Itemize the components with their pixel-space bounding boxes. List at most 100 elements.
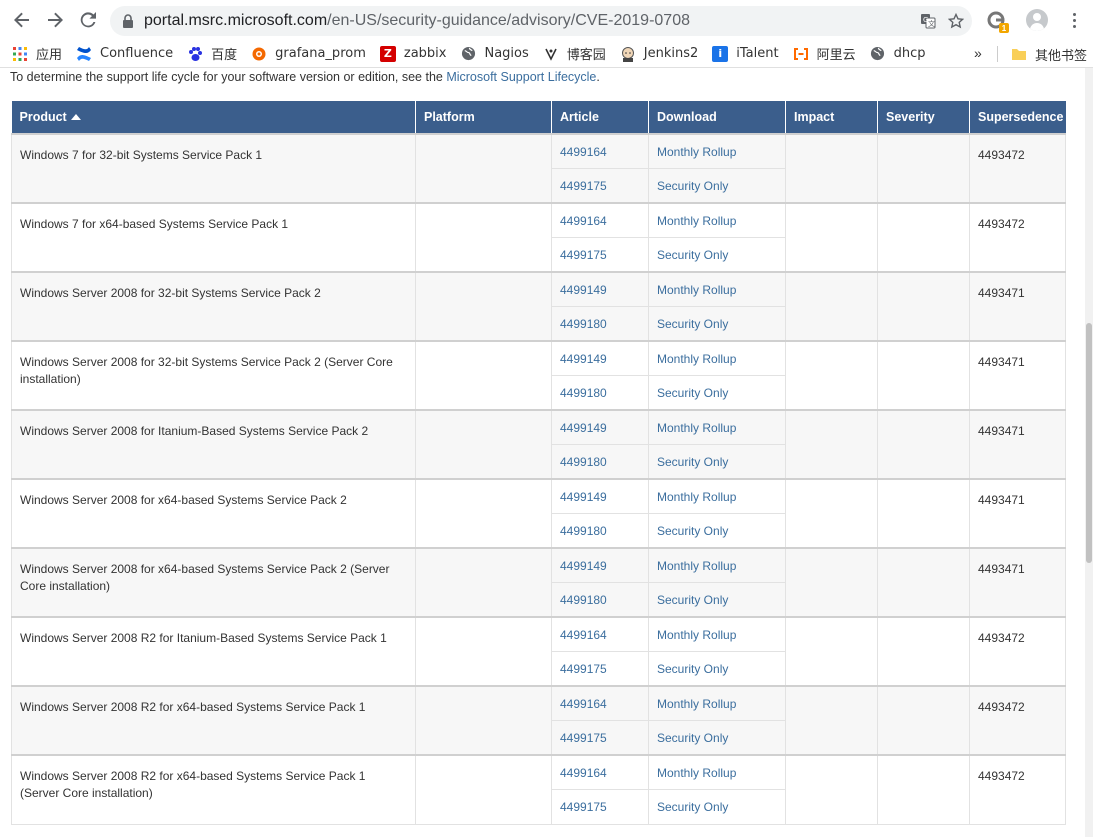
- bookmark-dhcp[interactable]: dhcp: [863, 42, 933, 66]
- download-link[interactable]: Monthly Rollup: [648, 133, 786, 169]
- article-link[interactable]: 4499164: [551, 133, 649, 169]
- download-link[interactable]: Monthly Rollup: [648, 685, 786, 721]
- apps-grid-icon: [12, 46, 28, 62]
- svg-text:文: 文: [928, 19, 935, 28]
- download-link[interactable]: Monthly Rollup: [648, 754, 786, 790]
- zabbix-icon: Z: [379, 45, 396, 62]
- download-link[interactable]: Monthly Rollup: [648, 478, 786, 514]
- download-link[interactable]: Security Only: [648, 444, 786, 480]
- article-link[interactable]: 4499180: [551, 582, 649, 618]
- article-link[interactable]: 4499175: [551, 789, 649, 825]
- platform-cell: [415, 478, 552, 549]
- severity-cell: [877, 616, 970, 687]
- bookmark-star-icon[interactable]: [946, 11, 966, 31]
- column-header-platform[interactable]: Platform: [415, 101, 552, 134]
- bookmark-cnblogs[interactable]: 博客园: [536, 42, 613, 66]
- back-button[interactable]: [8, 6, 36, 34]
- lock-icon[interactable]: [120, 13, 136, 29]
- forward-button[interactable]: [41, 6, 69, 34]
- column-header-product[interactable]: Product: [11, 101, 416, 134]
- table-row: Windows Server 2008 R2 for Itanium-Based…: [11, 616, 1066, 687]
- severity-cell: [877, 409, 970, 480]
- column-header-article[interactable]: Article: [551, 101, 649, 134]
- download-link[interactable]: Monthly Rollup: [648, 547, 786, 583]
- impact-cell: [785, 478, 878, 549]
- browser-menu-button[interactable]: [1064, 8, 1084, 32]
- lifecycle-intro: To determine the support life cycle for …: [10, 70, 600, 84]
- download-link[interactable]: Monthly Rollup: [648, 340, 786, 376]
- article-link[interactable]: 4499164: [551, 202, 649, 238]
- article-link[interactable]: 4499149: [551, 478, 649, 514]
- bookmark-confluence[interactable]: Confluence: [69, 42, 180, 66]
- download-link[interactable]: Security Only: [648, 720, 786, 756]
- bookmark-zabbix[interactable]: Z zabbix: [373, 42, 454, 66]
- download-link[interactable]: Monthly Rollup: [648, 409, 786, 445]
- supersedence-cell: 4493471: [969, 409, 1066, 480]
- download-link[interactable]: Monthly Rollup: [648, 202, 786, 238]
- download-link[interactable]: Security Only: [648, 237, 786, 273]
- download-link[interactable]: Security Only: [648, 651, 786, 687]
- download-link[interactable]: Security Only: [648, 789, 786, 825]
- article-link[interactable]: 4499180: [551, 513, 649, 549]
- download-link[interactable]: Security Only: [648, 582, 786, 618]
- reload-button[interactable]: [74, 6, 102, 34]
- supersedence-cell: 4493471: [969, 340, 1066, 411]
- address-bar[interactable]: portal.msrc.microsoft.com/en-US/security…: [110, 6, 972, 36]
- bookmark-apps[interactable]: 应用: [0, 42, 69, 66]
- column-header-download[interactable]: Download: [648, 101, 786, 134]
- bookmarks-overflow-button[interactable]: »: [974, 45, 982, 61]
- column-header-supersedence[interactable]: Supersedence: [969, 101, 1066, 134]
- supersedence-cell: 4493471: [969, 547, 1066, 618]
- article-link[interactable]: 4499149: [551, 547, 649, 583]
- scrollbar-thumb[interactable]: [1086, 323, 1092, 563]
- article-link[interactable]: 4499175: [551, 720, 649, 756]
- bookmark-baidu[interactable]: 百度: [180, 42, 244, 66]
- bookmark-italent[interactable]: i iTalent: [705, 42, 785, 66]
- bookmark-grafana[interactable]: grafana_prom: [244, 42, 373, 66]
- article-link[interactable]: 4499175: [551, 651, 649, 687]
- table-row: Windows Server 2008 for 32-bit Systems S…: [11, 340, 1066, 411]
- bookmark-label: zabbix: [403, 46, 447, 61]
- bookmark-aliyun[interactable]: 阿里云: [786, 42, 863, 66]
- article-link[interactable]: 4499164: [551, 754, 649, 790]
- platform-cell: [415, 616, 552, 687]
- article-link[interactable]: 4499180: [551, 444, 649, 480]
- page-scrollbar[interactable]: [1085, 68, 1093, 837]
- intro-text: To determine the support life cycle for …: [10, 70, 447, 84]
- article-link[interactable]: 4499175: [551, 237, 649, 273]
- extension-button[interactable]: 1: [984, 8, 1009, 33]
- translate-icon[interactable]: G文: [918, 11, 938, 31]
- article-link[interactable]: 4499164: [551, 685, 649, 721]
- article-link[interactable]: 4499149: [551, 340, 649, 376]
- download-link[interactable]: Security Only: [648, 168, 786, 204]
- arrow-left-icon: [14, 12, 29, 28]
- article-link[interactable]: 4499164: [551, 616, 649, 652]
- article-link[interactable]: 4499180: [551, 306, 649, 342]
- download-link[interactable]: Monthly Rollup: [648, 271, 786, 307]
- download-link[interactable]: Security Only: [648, 306, 786, 342]
- download-link[interactable]: Security Only: [648, 513, 786, 549]
- table-row: Windows Server 2008 for 32-bit Systems S…: [11, 271, 1066, 342]
- impact-cell: [785, 754, 878, 825]
- download-link[interactable]: Monthly Rollup: [648, 616, 786, 652]
- url-text[interactable]: portal.msrc.microsoft.com/en-US/security…: [144, 12, 690, 30]
- profile-avatar[interactable]: [1026, 9, 1048, 31]
- other-bookmarks-folder[interactable]: 其他书签: [1004, 42, 1093, 66]
- bookmark-jenkins[interactable]: Jenkins2: [613, 42, 706, 66]
- article-link[interactable]: 4499175: [551, 168, 649, 204]
- globe-icon: [460, 46, 476, 62]
- article-link[interactable]: 4499149: [551, 271, 649, 307]
- article-link[interactable]: 4499180: [551, 375, 649, 411]
- article-link[interactable]: 4499149: [551, 409, 649, 445]
- impact-cell: [785, 133, 878, 204]
- platform-cell: [415, 685, 552, 756]
- column-header-severity[interactable]: Severity: [877, 101, 970, 134]
- bookmarks-bar: 应用 Confluence 百度 grafana_prom Z zabbix N…: [0, 40, 1093, 68]
- url-path: /en-US/security-guidance/advisory/CVE-20…: [327, 12, 690, 29]
- support-lifecycle-link[interactable]: Microsoft Support Lifecycle: [446, 70, 596, 84]
- table-header-row: Product Platform Article Download Impact…: [11, 101, 1066, 134]
- download-link[interactable]: Security Only: [648, 375, 786, 411]
- column-header-impact[interactable]: Impact: [785, 101, 878, 134]
- table-row: Windows Server 2008 for x64-based System…: [11, 547, 1066, 618]
- bookmark-nagios[interactable]: Nagios: [453, 42, 535, 66]
